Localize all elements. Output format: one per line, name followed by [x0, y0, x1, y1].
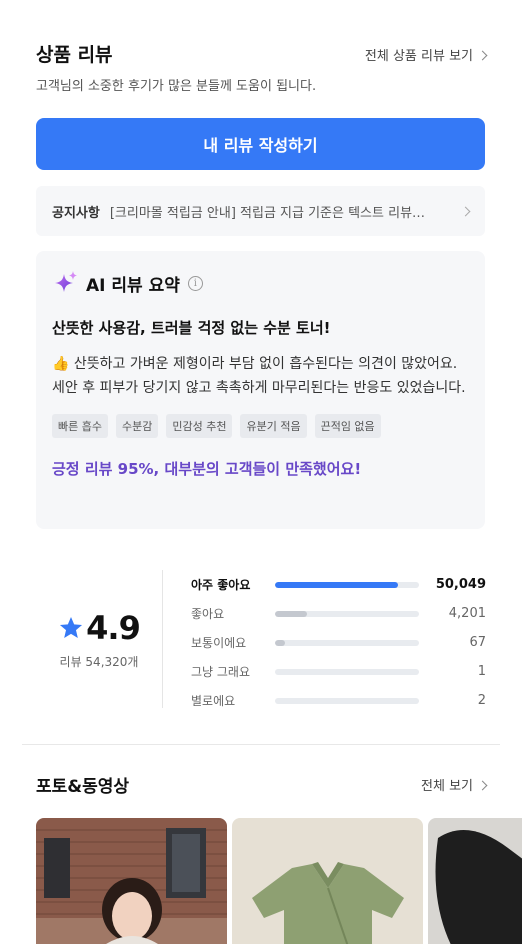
- rating-bar-track: [275, 639, 419, 646]
- rating-row: 그냥 그래요 1: [191, 657, 486, 686]
- keyword-tags: 빠른 흡수 수분감 민감성 추천 유분기 적음 끈적임 없음: [52, 414, 469, 438]
- rating-label: 좋아요: [191, 607, 225, 621]
- rating-bar-fill: [275, 639, 286, 646]
- view-all-photos-link[interactable]: 전체 보기: [421, 775, 488, 794]
- section-divider: [22, 744, 500, 745]
- rating-bar-track: [275, 581, 419, 588]
- ai-summary-title: AI 리뷰 요약: [86, 275, 180, 296]
- ai-summary-card: AI 리뷰 요약 i 산뜻한 사용감, 트러블 걱정 없는 수분 토너! 👍 산…: [36, 251, 485, 529]
- keyword-tag: 끈적임 없음: [314, 414, 381, 438]
- rating-bar-fill: [275, 610, 307, 617]
- notice-bar[interactable]: 공지사항 [크리마몰 적립금 안내] 적립금 지급 기준은 텍스트 리뷰…: [36, 186, 485, 236]
- ai-summary-body: 👍 산뜻하고 가벼운 제형이라 부담 없이 흡수된다는 의견이 많았어요. 세안…: [52, 356, 466, 396]
- photo-section-title: 포토&동영상: [36, 777, 130, 797]
- keyword-tag: 민감성 추천: [166, 414, 233, 438]
- info-icon[interactable]: i: [187, 275, 203, 291]
- review-photo[interactable]: [428, 818, 522, 944]
- rating-count: 2: [477, 693, 486, 708]
- rating-bar-track: [275, 668, 419, 675]
- star-icon: [60, 616, 83, 638]
- rating-row: 보통이에요 67: [191, 628, 486, 657]
- keyword-tag: 수분감: [115, 414, 159, 438]
- page-subtitle: 고객님의 소중한 후기가 많은 분들께 도움이 됩니다.: [36, 79, 317, 94]
- green-blouse-image: [232, 818, 423, 944]
- review-count: 리뷰 54,320개: [59, 654, 139, 669]
- rating-count: 50,049: [435, 577, 486, 592]
- chevron-right-icon: [477, 50, 488, 60]
- rating-count: 67: [469, 635, 486, 650]
- rating-bar-fill: [275, 581, 399, 588]
- rating-label: 그냥 그래요: [191, 665, 251, 679]
- ai-summary-header: AI 리뷰 요약 i: [52, 269, 469, 297]
- notice-label: 공지사항: [52, 205, 100, 221]
- rating-label: 아주 좋아요: [191, 578, 251, 592]
- chevron-right-icon: [460, 206, 471, 217]
- rating-bar-track: [275, 610, 419, 617]
- rating-distribution: 아주 좋아요 50,049 좋아요 4,201 보통이에요 67 그냥 그래요 …: [191, 570, 486, 715]
- rating-row: 아주 좋아요 50,049: [191, 570, 486, 599]
- average-score: 4.9: [86, 608, 141, 647]
- keyword-tag: 빠른 흡수: [52, 414, 108, 438]
- view-all-photos-label: 전체 보기: [421, 779, 473, 794]
- rating-bar-track: [275, 697, 419, 704]
- woman-photo-image: [36, 818, 227, 944]
- rating-count: 1: [477, 664, 486, 679]
- view-all-reviews-link[interactable]: 전체 상품 리뷰 보기: [364, 45, 488, 64]
- review-photo[interactable]: [232, 818, 423, 944]
- rating-row: 별로에요 2: [191, 686, 486, 715]
- average-score-block: 4.9 리뷰 54,320개: [36, 570, 162, 708]
- rating-row: 좋아요 4,201: [191, 599, 486, 628]
- keyword-tag: 유분기 적음: [240, 414, 307, 438]
- rating-label: 보통이에요: [191, 636, 247, 650]
- rating-label: 별로에요: [191, 694, 236, 708]
- rating-summary: 4.9 리뷰 54,320개 아주 좋아요 50,049 좋아요 4,201 보…: [36, 570, 486, 708]
- notice-text: [크리마몰 적립금 안내] 적립금 지급 기준은 텍스트 리뷰…: [109, 205, 426, 221]
- sparkle-icon: [55, 271, 77, 292]
- divider: [162, 570, 163, 708]
- rating-count: 4,201: [448, 606, 486, 621]
- positive-summary: 긍정 리뷰 95%, 대부분의 고객들이 만족했어요!: [52, 460, 362, 478]
- photo-section-header: 포토&동영상 전체 보기: [36, 772, 488, 797]
- knit-photo-image: [428, 818, 522, 944]
- chevron-right-icon: [477, 780, 488, 790]
- ai-summary-headline: 산뜻한 사용감, 트러블 걱정 없는 수분 토너!: [52, 319, 331, 337]
- review-photo[interactable]: [36, 818, 227, 944]
- photo-strip: [36, 818, 522, 944]
- review-header: 상품 리뷰 전체 상품 리뷰 보기: [36, 42, 488, 68]
- view-all-reviews-label: 전체 상품 리뷰 보기: [364, 49, 473, 64]
- write-review-button[interactable]: 내 리뷰 작성하기: [36, 118, 485, 170]
